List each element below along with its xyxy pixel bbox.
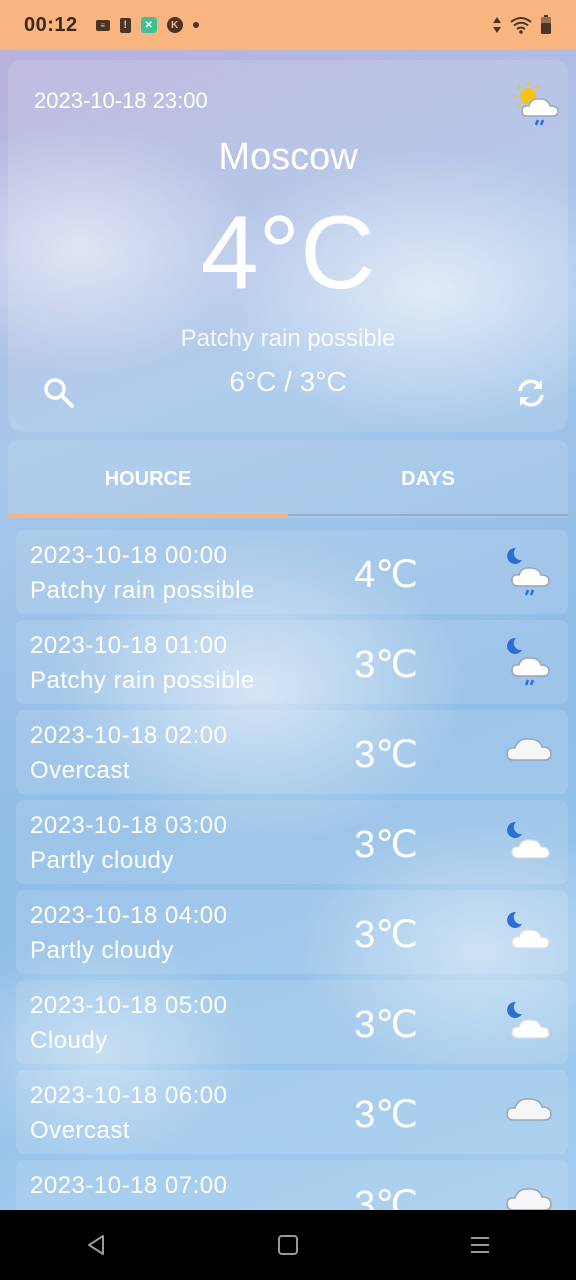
city-name: Moscow	[218, 136, 358, 178]
system-icons	[492, 15, 552, 35]
moon-cloud-rain-icon	[507, 637, 550, 686]
hour-condition: Partly cloudy	[30, 937, 174, 964]
tab-hourly[interactable]: HOURCE	[8, 440, 288, 518]
status-bar: 00:12 ≡ ! ✕ K	[0, 0, 576, 50]
hourly-row[interactable]: 2023-10-18 06:00 Overcast 3℃	[16, 1070, 568, 1154]
battery-icon	[541, 15, 551, 34]
hour-temperature: 3℃	[354, 824, 418, 866]
hourly-row[interactable]: 2023-10-18 03:00 Partly cloudy 3℃	[16, 800, 568, 884]
current-date: 2023-10-18 23:00	[34, 88, 208, 113]
navigation-bar	[0, 1210, 576, 1280]
app-icon: ✕	[140, 17, 157, 33]
hour-temperature: 3℃	[354, 644, 418, 686]
warning-icon: !	[119, 17, 131, 33]
hour-condition: Cloudy	[30, 1027, 108, 1054]
current-weather-card: 2023-10-18 23:00 Moscow 4°C Patchy rain …	[8, 60, 568, 432]
hour-time: 2023-10-18 02:00	[30, 722, 228, 749]
cloud-icon	[506, 1098, 552, 1121]
moon-cloud-icon	[507, 821, 550, 859]
tab-divider	[288, 514, 568, 516]
hourly-row[interactable]: 2023-10-18 05:00 Cloudy 3℃	[16, 980, 568, 1064]
cloud-icon	[506, 738, 552, 761]
hour-condition: Partly cloudy	[30, 847, 174, 874]
hour-time: 2023-10-18 01:00	[30, 632, 228, 659]
message-icon: ≡	[95, 19, 110, 31]
hourly-row[interactable]: 2023-10-18 00:00 Patchy rain possible 4℃	[16, 530, 568, 614]
hour-condition: Overcast	[30, 757, 131, 784]
tab-days[interactable]: DAYS	[288, 440, 568, 518]
wifi-icon	[510, 17, 532, 34]
back-triangle-icon	[88, 1235, 104, 1255]
hour-temperature: 3℃	[354, 1004, 418, 1046]
hour-time: 2023-10-18 05:00	[30, 992, 228, 1019]
hour-temperature: 4℃	[354, 554, 418, 596]
hourly-row[interactable]: 2023-10-18 01:00 Patchy rain possible 3℃	[16, 620, 568, 704]
hour-time: 2023-10-18 04:00	[30, 902, 228, 929]
moon-cloud-icon	[507, 1001, 550, 1039]
home-square-icon	[278, 1235, 298, 1255]
hourly-row[interactable]: 2023-10-18 02:00 Overcast 3℃	[16, 710, 568, 794]
hourly-forecast-list[interactable]: 2023-10-18 00:00 Patchy rain possible 4℃ 20…	[16, 530, 568, 1250]
current-temperature: 4°C	[200, 195, 376, 311]
menu-lines-icon	[471, 1237, 489, 1253]
home-button[interactable]	[268, 1225, 308, 1265]
refresh-icon[interactable]	[514, 376, 548, 410]
current-condition: Patchy rain possible	[180, 325, 396, 352]
menu-button[interactable]	[460, 1225, 500, 1265]
hour-temperature: 3℃	[354, 1094, 418, 1136]
hourly-row[interactable]: 2023-10-18 04:00 Partly cloudy 3℃	[16, 890, 568, 974]
dot-icon	[192, 22, 199, 28]
hour-time: 2023-10-18 06:00	[30, 1082, 228, 1109]
hour-temperature: 3℃	[354, 734, 418, 776]
hour-condition: Patchy rain possible	[30, 577, 255, 604]
moon-cloud-rain-icon	[507, 547, 550, 596]
k-app-icon: K	[166, 17, 183, 33]
back-button[interactable]	[76, 1225, 116, 1265]
moon-cloud-icon	[507, 911, 550, 949]
hour-time: 2023-10-18 07:00	[30, 1172, 228, 1199]
status-time: 00:12	[24, 13, 78, 36]
temperature-range: 6°C / 3°C	[229, 366, 347, 397]
search-icon[interactable]	[42, 376, 76, 410]
notification-icons: ≡ ! ✕ K	[95, 17, 199, 33]
data-arrows-icon	[493, 17, 501, 33]
hour-temperature: 3℃	[354, 914, 418, 956]
hour-time: 2023-10-18 03:00	[30, 812, 228, 839]
tab-bar: HOURCE DAYS	[8, 440, 568, 518]
hour-time: 2023-10-18 00:00	[30, 542, 228, 569]
hour-condition: Overcast	[30, 1117, 131, 1144]
hour-condition: Patchy rain possible	[30, 667, 255, 694]
sun-cloud-rain-icon	[513, 81, 559, 126]
